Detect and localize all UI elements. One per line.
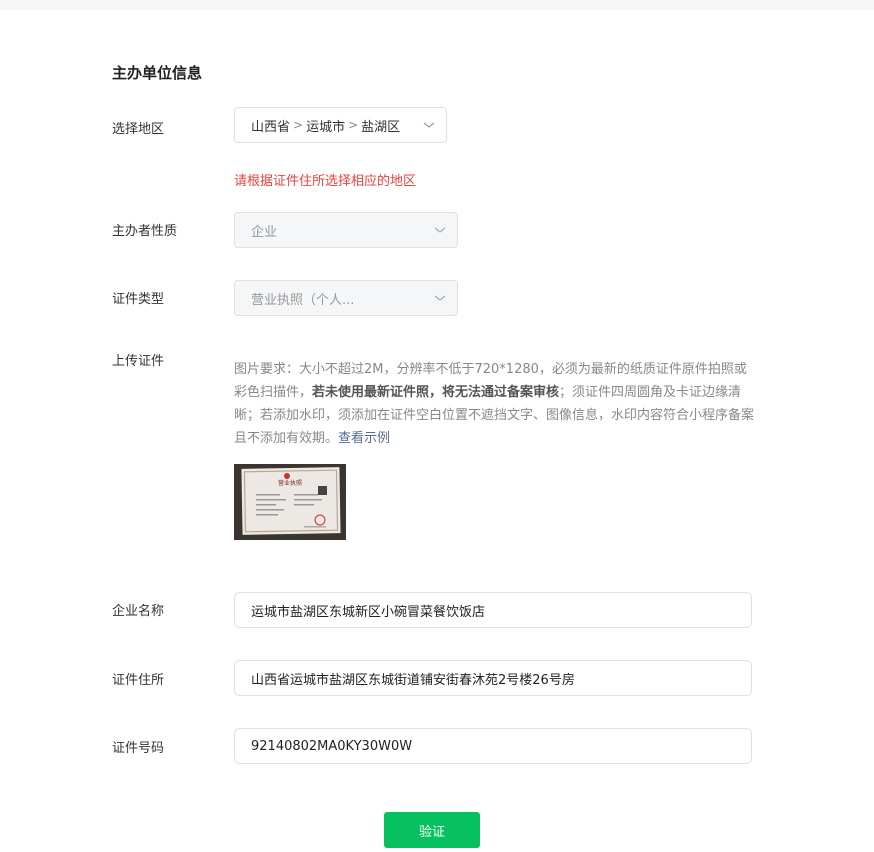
section-title: 主办单位信息 — [112, 64, 203, 82]
cert-number-input[interactable]: 92140802MA0KY30W0W — [234, 728, 752, 764]
region-city: 运城市 — [306, 119, 346, 135]
company-name-label: 企业名称 — [112, 604, 165, 619]
cert-type-value: 营业执照（个人... — [251, 292, 355, 308]
chevron-right-icon: > — [293, 118, 304, 132]
cert-number-label: 证件号码 — [112, 741, 165, 756]
view-example-link[interactable]: 查看示例 — [338, 431, 390, 446]
region-province: 山西省 — [251, 119, 291, 135]
warning-text: 若未使用最新证件照，将无法通过备案审核 — [312, 385, 560, 400]
cert-type-select[interactable]: 营业执照（个人... — [234, 280, 458, 316]
nature-label: 主办者性质 — [112, 224, 178, 239]
region-select[interactable]: 山西省 > 运城市 > 盐湖区 — [234, 107, 447, 143]
form-page: 主办单位信息 选择地区 山西省 > 运城市 > 盐湖区 请根据证件住所选择相应的… — [0, 10, 874, 852]
company-name-input[interactable]: 运城市盐湖区东城新区小碗冒菜餐饮饭店 — [234, 592, 752, 628]
chevron-down-icon — [434, 295, 446, 301]
license-title: 营业执照 — [278, 479, 302, 487]
region-hint: 请根据证件住所选择相应的地区 — [234, 174, 417, 189]
cert-address-label: 证件住所 — [112, 673, 165, 688]
nature-select[interactable]: 企业 — [234, 212, 458, 248]
region-label: 选择地区 — [112, 122, 165, 137]
cert-address-input[interactable]: 山西省运城市盐湖区东城街道铺安街春沐苑2号楼26号房 — [234, 660, 752, 696]
license-thumbnail[interactable]: 营业执照 — [234, 464, 346, 540]
chevron-down-icon — [423, 122, 435, 128]
verify-button[interactable]: 验证 — [384, 812, 480, 848]
chevron-right-icon: > — [348, 118, 359, 132]
nature-value: 企业 — [251, 224, 278, 240]
chevron-down-icon — [434, 227, 446, 233]
cert-type-label: 证件类型 — [112, 292, 165, 307]
upload-label: 上传证件 — [112, 354, 165, 369]
upload-requirements: 图片要求：大小不超过2M，分辨率不低于720*1280，必须为最新的纸质证件原件… — [234, 362, 755, 446]
license-image: 营业执照 — [234, 464, 346, 540]
region-district: 盐湖区 — [361, 119, 401, 135]
